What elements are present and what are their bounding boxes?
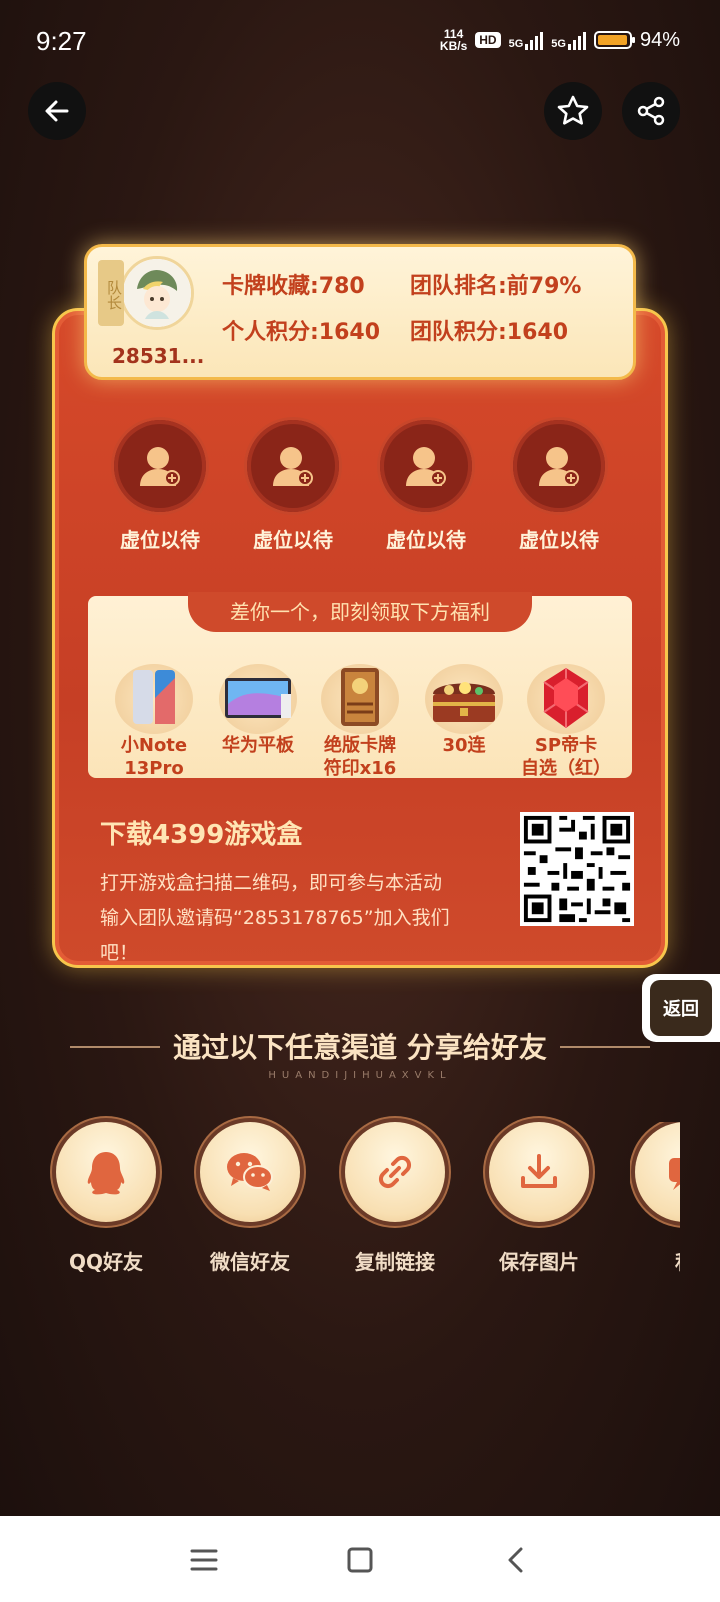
reward-item-phone: 小Note 13Pro: [106, 664, 202, 780]
signal-icon: 5G: [509, 30, 544, 50]
share-message-button[interactable]: 私: [630, 1122, 680, 1275]
share-overflow-clip: 私: [630, 1122, 680, 1282]
member-slot-4[interactable]: 虚位以待: [513, 420, 605, 553]
member-slot-2[interactable]: 虚位以待: [247, 420, 339, 553]
card-pack-icon: [321, 664, 399, 734]
qq-icon: [87, 1152, 125, 1195]
share-qq-button[interactable]: QQ好友: [51, 1122, 161, 1275]
reward-item-tablet: 华为平板: [210, 664, 306, 757]
team-points: 团队积分:1640: [410, 320, 569, 345]
hd-icon: HD: [475, 32, 501, 48]
arrow-left-icon: [45, 100, 69, 122]
team-rank: 团队排名:前79%: [410, 274, 582, 299]
back-icon: [508, 1547, 523, 1573]
star-icon: [557, 95, 589, 125]
nav-back-button[interactable]: [496, 1540, 536, 1580]
slot-label: 虚位以待: [253, 528, 333, 552]
reward-item-cards: 绝版卡牌 符印x16: [312, 664, 408, 780]
message-icon: [669, 1158, 680, 1190]
share-title: 通过以下任意渠道 分享给好友: [173, 1031, 547, 1064]
menu-button[interactable]: [184, 1540, 224, 1580]
download-description: 打开游戏盒扫描二维码，即可参与本活动 输入团队邀请码“2853178765”加入…: [100, 872, 450, 964]
slot-label: 虚位以待: [120, 528, 200, 552]
link-icon: [378, 1155, 412, 1189]
avatar-image: [123, 259, 191, 327]
share-wechat-button[interactable]: 微信好友: [195, 1122, 305, 1275]
wechat-icon: [227, 1153, 273, 1191]
add-user-icon: [539, 447, 579, 486]
home-button[interactable]: [340, 1540, 380, 1580]
rewards-banner: 差你一个，即刻领取下方福利: [188, 592, 532, 632]
battery-percent: 94%: [639, 28, 680, 51]
share-icon: [637, 96, 665, 126]
favorite-button[interactable]: [544, 82, 602, 140]
slot-label: 虚位以待: [519, 528, 599, 552]
tablet-icon: [219, 664, 297, 734]
user-id: 28531...: [112, 344, 205, 368]
copy-link-button[interactable]: 复制链接: [340, 1122, 450, 1275]
status-icons: 114 KB/s HD 5G 5G 94%: [440, 28, 680, 52]
save-image-button[interactable]: 保存图片: [484, 1122, 594, 1275]
add-user-icon: [140, 447, 180, 486]
card-collection: 卡牌收藏:780: [222, 274, 365, 299]
home-icon: [347, 1547, 373, 1573]
back-button[interactable]: [28, 82, 86, 140]
signal-icon-2: 5G: [551, 30, 586, 50]
member-slot-1[interactable]: 虚位以待: [114, 420, 206, 553]
slot-label: 虚位以待: [386, 528, 466, 552]
red-gem-icon: [527, 664, 605, 734]
reward-item-chest: 30连: [416, 664, 512, 757]
menu-icon: [190, 1549, 218, 1571]
battery-icon: [593, 31, 635, 49]
phone-icon: [115, 664, 193, 734]
qr-code: [520, 812, 634, 926]
status-bar: 9:27 114 KB/s HD 5G 5G 94%: [0, 0, 720, 80]
navigation-bar: [0, 1516, 720, 1602]
status-time: 9:27: [36, 26, 87, 56]
avatar[interactable]: [120, 256, 194, 330]
qr-code-icon: [520, 812, 634, 926]
download-icon: [521, 1154, 557, 1188]
download-title: 下载4399游戏盒: [100, 820, 303, 850]
leader-tag: 队长: [98, 260, 124, 326]
personal-points: 个人积分:1640: [222, 320, 381, 345]
member-slot-3[interactable]: 虚位以待: [380, 420, 472, 553]
add-user-icon: [406, 447, 446, 486]
treasure-chest-icon: [425, 664, 503, 734]
share-subtitle: HUANDIJIHUAXVKL: [268, 1070, 452, 1081]
reward-item-gem: SP帝卡 自选（红）: [518, 664, 614, 780]
add-user-icon: [273, 447, 313, 486]
network-speed: 114 KB/s: [439, 27, 468, 53]
share-button[interactable]: [622, 82, 680, 140]
